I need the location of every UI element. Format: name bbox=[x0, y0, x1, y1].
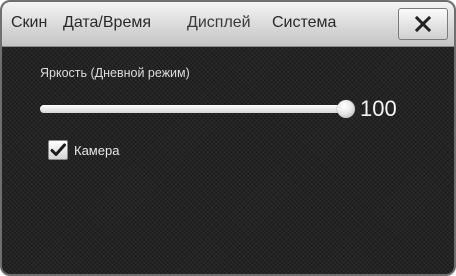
brightness-slider-fill bbox=[40, 105, 346, 113]
checkmark-icon bbox=[50, 143, 66, 156]
brightness-slider-thumb[interactable] bbox=[337, 100, 355, 118]
tab-bar: Скин Дата/Время Дисплей Система bbox=[2, 2, 454, 47]
brightness-label: Яркость (Дневной режим) bbox=[40, 66, 190, 80]
settings-panel: Скин Дата/Время Дисплей Система Яркость … bbox=[0, 0, 456, 276]
camera-label: Камера bbox=[74, 143, 120, 158]
brightness-slider[interactable] bbox=[40, 100, 355, 118]
tab-system[interactable]: Система bbox=[272, 14, 336, 32]
tab-display[interactable]: Дисплей bbox=[187, 14, 251, 32]
close-icon bbox=[415, 16, 431, 32]
camera-checkbox[interactable] bbox=[48, 140, 68, 160]
close-button[interactable] bbox=[398, 8, 448, 40]
tab-date-time[interactable]: Дата/Время bbox=[63, 14, 151, 32]
brightness-value: 100 bbox=[360, 96, 397, 121]
tab-skin[interactable]: Скин bbox=[11, 14, 47, 32]
